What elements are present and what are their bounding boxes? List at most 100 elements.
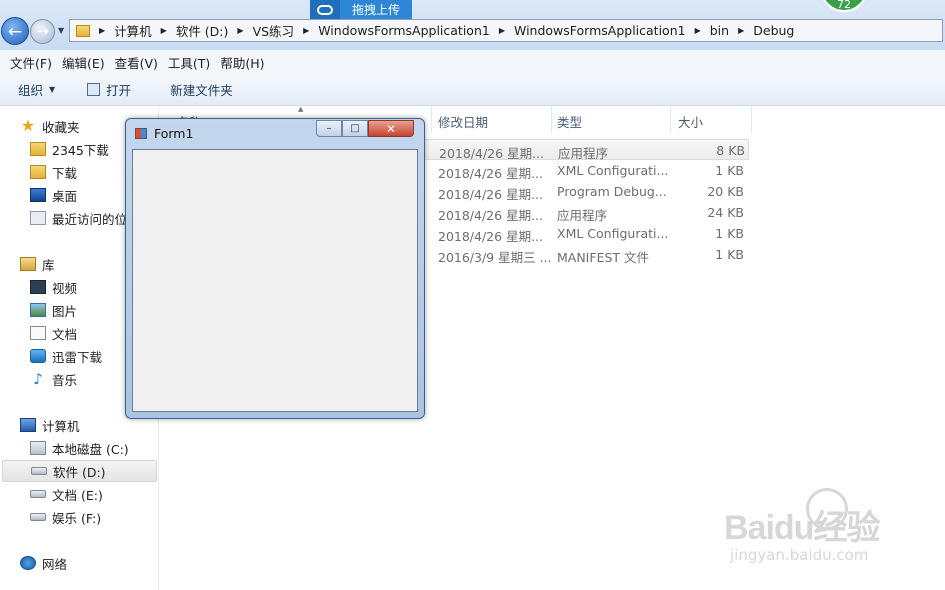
breadcrumb-item[interactable]: Debug xyxy=(753,23,794,38)
file-size: 8 KB xyxy=(716,143,745,158)
watermark-url: jingyan.baidu.com xyxy=(730,546,869,564)
file-date: 2016/3/9 星期三 ... xyxy=(438,250,552,265)
sort-ascending-icon: ▲ xyxy=(298,105,304,113)
nav-item-drive-d[interactable]: 软件 (D:) xyxy=(2,460,157,482)
nav-label: 2345下载 xyxy=(52,142,109,158)
star-icon: ★ xyxy=(20,116,36,135)
file-type: Program Debug... xyxy=(557,184,667,199)
menu-tools[interactable]: 工具(T) xyxy=(168,53,210,72)
minimize-button[interactable]: – xyxy=(316,120,342,137)
badge[interactable]: 72 xyxy=(820,0,868,12)
file-size: 1 KB xyxy=(715,226,744,241)
computer-icon xyxy=(20,418,36,432)
close-button[interactable]: ✕ xyxy=(368,120,414,137)
drag-upload-label: 拖拽上传 xyxy=(352,3,401,17)
folder-icon xyxy=(30,142,46,156)
nav-label: 网络 xyxy=(42,556,68,572)
column-divider[interactable] xyxy=(670,106,671,133)
chevron-right-icon[interactable]: ▶ xyxy=(99,26,105,35)
file-size: 1 KB xyxy=(715,247,744,262)
menu-bar: 文件(F) 编辑(E) 查看(V) 工具(T) 帮助(H) xyxy=(0,50,945,74)
drive-icon xyxy=(30,513,46,521)
chevron-right-icon[interactable]: ▶ xyxy=(161,26,167,35)
maximize-button[interactable]: □ xyxy=(342,120,368,137)
nav-label: 下载 xyxy=(52,165,78,181)
nav-label: 迅雷下载 xyxy=(52,349,103,365)
column-size[interactable]: 大小 xyxy=(678,112,703,131)
nav-label: 文档 (E:) xyxy=(52,487,103,503)
address-bar-area: ← → ▼ ▶ 计算机 ▶ 软件 (D:) ▶ VS练习 ▶ WindowsFo… xyxy=(0,0,945,50)
file-date: 2018/4/26 星期... xyxy=(438,166,543,181)
cloud-icon xyxy=(310,0,340,19)
video-icon xyxy=(30,280,46,294)
new-folder-button[interactable]: 新建文件夹 xyxy=(170,80,233,99)
file-size: 1 KB xyxy=(715,163,744,178)
desktop-icon xyxy=(30,188,46,202)
nav-label: 文档 xyxy=(52,326,78,342)
address-field[interactable]: ▶ 计算机 ▶ 软件 (D:) ▶ VS练习 ▶ WindowsFormsApp… xyxy=(69,19,943,42)
library-icon xyxy=(20,257,36,271)
system-drive-icon xyxy=(30,441,46,455)
column-divider[interactable] xyxy=(751,106,752,133)
back-button[interactable]: ← xyxy=(1,17,29,45)
menu-view[interactable]: 查看(V) xyxy=(115,53,158,72)
breadcrumb-item[interactable]: VS练习 xyxy=(253,21,295,40)
form1-window[interactable]: Form1 – □ ✕ xyxy=(125,118,425,419)
file-type: XML Configurati... xyxy=(557,226,669,241)
file-date: 2018/4/26 星期... xyxy=(438,208,543,223)
nav-label: 收藏夹 xyxy=(42,119,80,135)
breadcrumb-item[interactable]: 计算机 xyxy=(114,21,152,40)
menu-file[interactable]: 文件(F) xyxy=(10,53,52,72)
form-app-icon[interactable] xyxy=(135,128,147,139)
nav-label: 软件 (D:) xyxy=(53,464,106,480)
window-controls: – □ ✕ xyxy=(316,120,414,138)
organize-button[interactable]: 组织 xyxy=(18,80,43,99)
nav-label: 桌面 xyxy=(52,188,78,204)
network-icon xyxy=(20,556,36,570)
nav-label: 音乐 xyxy=(52,372,78,388)
menu-edit[interactable]: 编辑(E) xyxy=(62,53,105,72)
chevron-right-icon[interactable]: ▶ xyxy=(738,26,744,35)
file-size: 24 KB xyxy=(707,205,744,220)
nav-label: 视频 xyxy=(52,280,78,296)
nav-network[interactable]: 网络 xyxy=(0,552,177,574)
nav-label: 娱乐 (F:) xyxy=(52,510,102,526)
nav-label: 计算机 xyxy=(42,418,80,434)
open-button[interactable]: 打开 xyxy=(106,80,131,99)
drive-icon xyxy=(31,467,47,475)
column-type[interactable]: 类型 xyxy=(557,112,582,131)
nav-label: 本地磁盘 (C:) xyxy=(52,441,129,457)
column-divider[interactable] xyxy=(551,106,552,133)
form-client-area[interactable] xyxy=(132,149,418,412)
chevron-right-icon[interactable]: ▶ xyxy=(237,26,243,35)
drag-upload-button[interactable]: 拖拽上传 xyxy=(310,0,412,19)
open-icon xyxy=(87,83,101,96)
drive-icon xyxy=(30,490,46,498)
folder-icon xyxy=(76,24,90,37)
column-divider[interactable] xyxy=(431,106,432,133)
chevron-down-icon[interactable]: ▼ xyxy=(49,85,55,94)
file-type: MANIFEST 文件 xyxy=(557,250,650,265)
chevron-right-icon[interactable]: ▶ xyxy=(695,26,701,35)
nav-label: 图片 xyxy=(52,303,78,319)
breadcrumb-item[interactable]: WindowsFormsApplication1 xyxy=(318,23,490,38)
chevron-right-icon[interactable]: ▶ xyxy=(499,26,505,35)
breadcrumb-item[interactable]: 软件 (D:) xyxy=(176,21,229,40)
picture-icon xyxy=(30,303,46,317)
nav-label: 库 xyxy=(42,257,55,273)
breadcrumb-item[interactable]: bin xyxy=(710,23,729,38)
file-type: 应用程序 xyxy=(557,208,608,223)
forward-button[interactable]: → xyxy=(30,19,55,44)
baidu-watermark: Baidu经验 jingyan.baidu.com xyxy=(724,480,924,580)
chevron-right-icon[interactable]: ▶ xyxy=(303,26,309,35)
menu-help[interactable]: 帮助(H) xyxy=(220,53,264,72)
column-date[interactable]: 修改日期 xyxy=(438,112,488,131)
breadcrumb-item[interactable]: WindowsFormsApplication1 xyxy=(514,23,686,38)
recent-pages-dropdown-icon[interactable]: ▼ xyxy=(58,26,64,35)
file-type: XML Configurati... xyxy=(557,163,669,178)
watermark-main-text: Baidu经验 xyxy=(724,509,880,547)
recent-places-icon xyxy=(30,211,46,225)
window-title: Form1 xyxy=(154,126,194,141)
file-date: 2018/4/26 星期... xyxy=(438,229,543,244)
music-note-icon: ♪ xyxy=(33,370,43,388)
